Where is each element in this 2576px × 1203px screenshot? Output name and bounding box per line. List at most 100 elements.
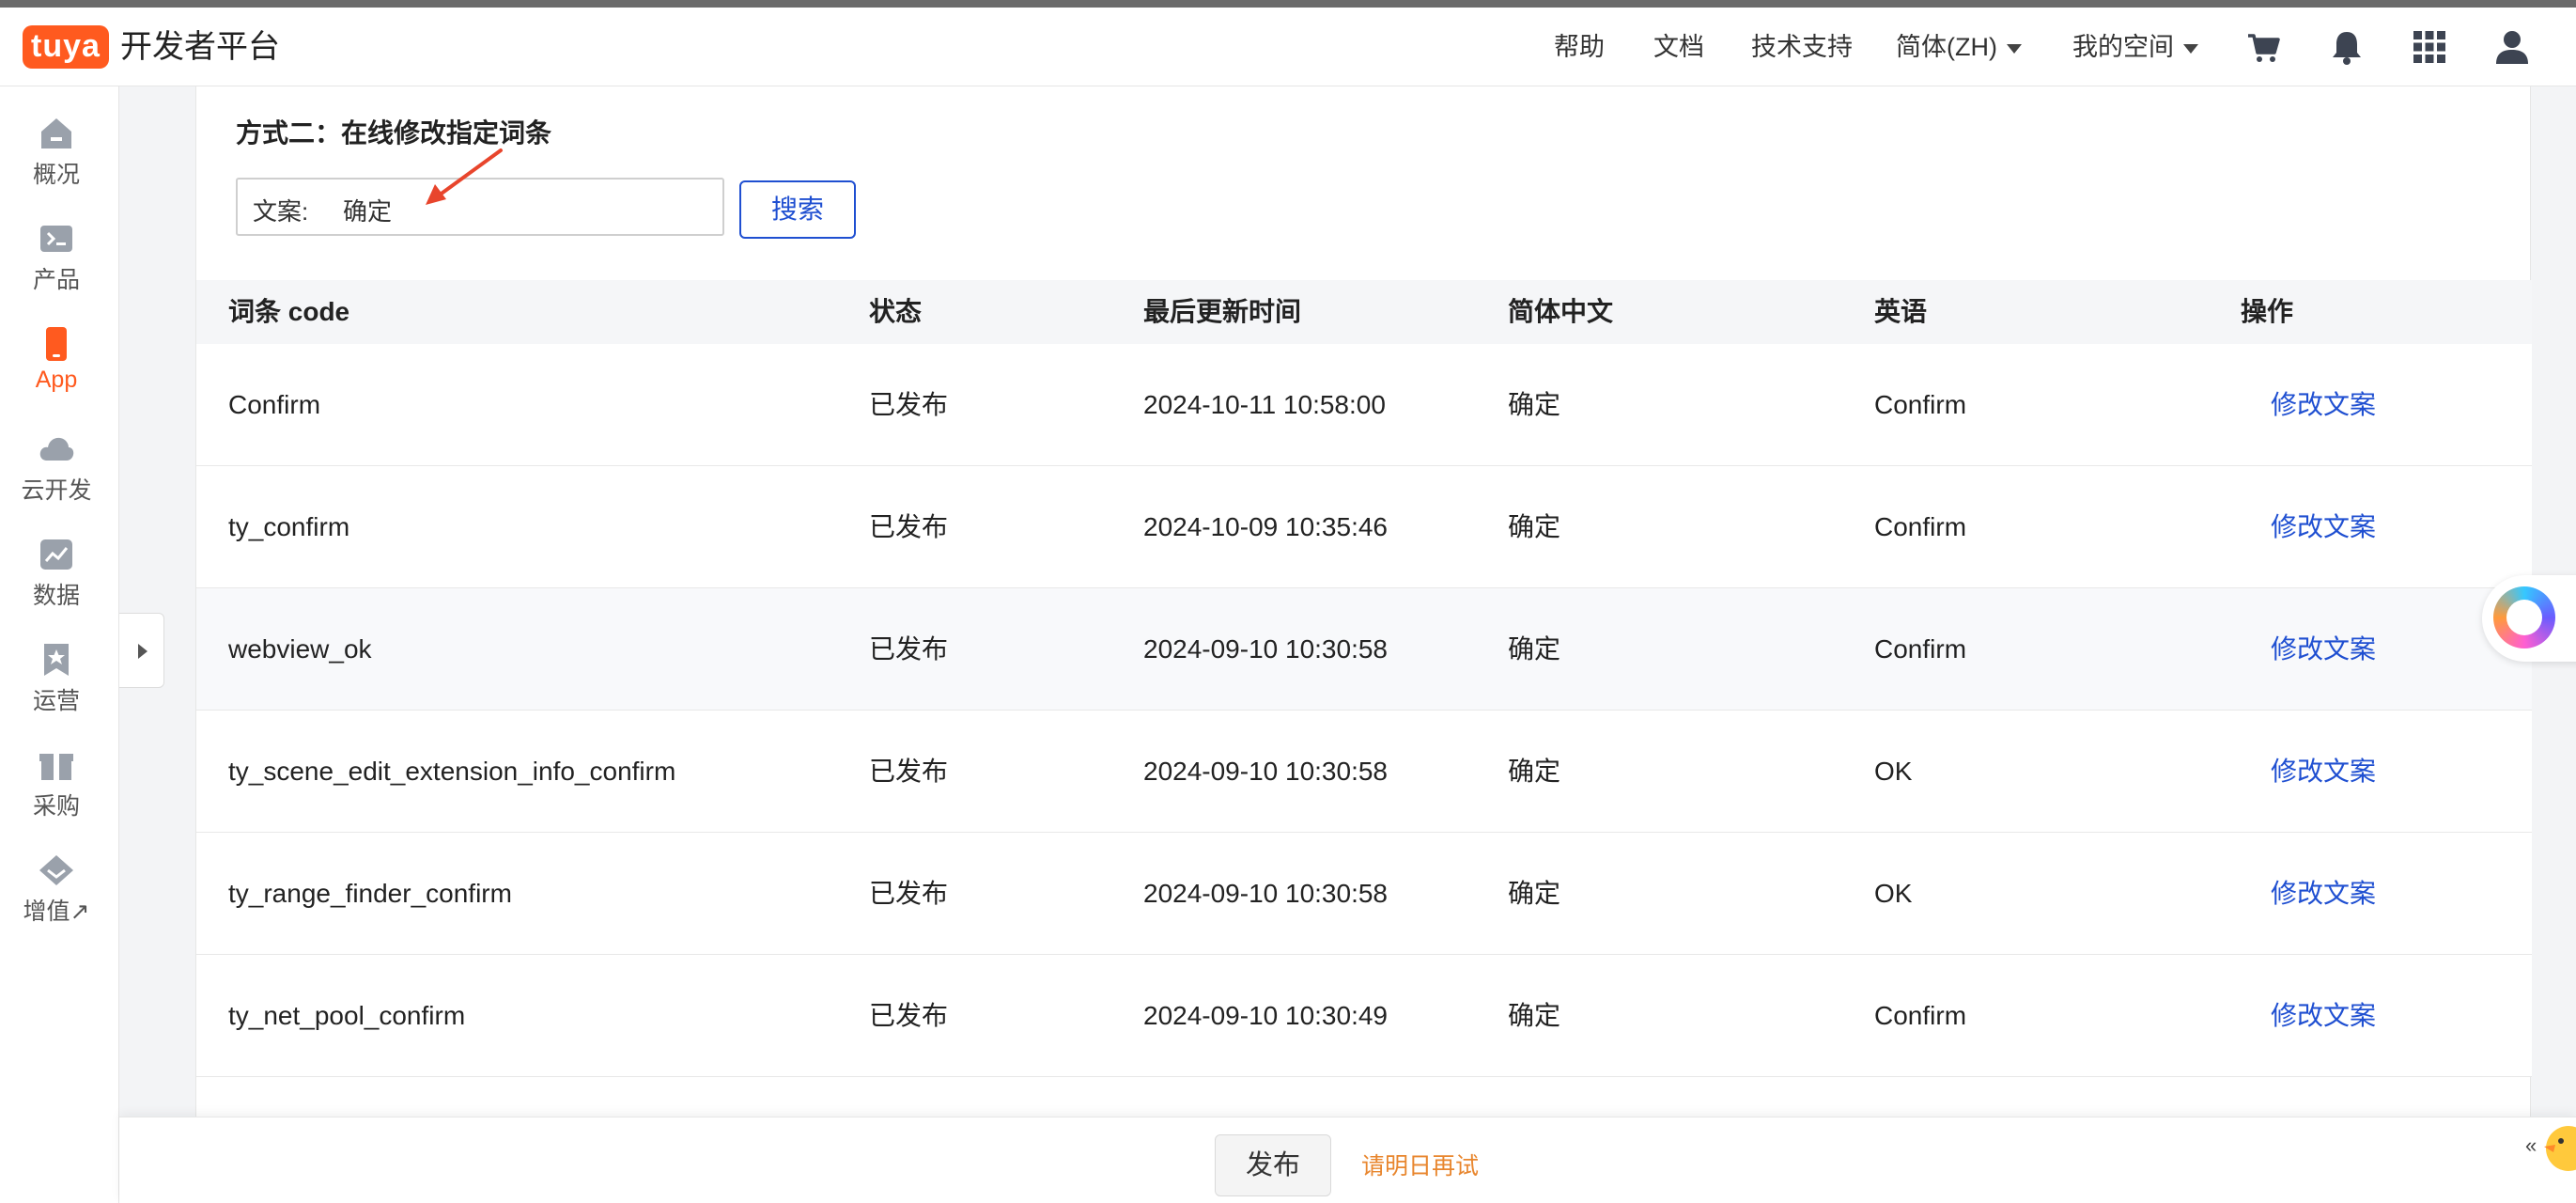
sidebar-item-label: App <box>35 367 78 393</box>
cell-status: 已发布 <box>869 390 949 419</box>
column-header-status: 状态 <box>869 297 923 326</box>
table-row: ty_net_pool_confirm 已发布 2024-09-10 10:30… <box>196 955 2532 1077</box>
double-chevron-left-icon[interactable]: « <box>2525 1133 2537 1158</box>
sidebar-item-label: 概况 <box>32 162 80 188</box>
annotation-arrow-icon <box>426 148 503 205</box>
sidebar-item-overview[interactable]: 概况 <box>0 115 113 209</box>
cell-zh: 确定 <box>1508 1001 1561 1030</box>
sidebar-item-cloud-dev[interactable]: 云开发 <box>0 430 113 524</box>
language-label: 简体(ZH) <box>1896 33 1997 61</box>
table-row: ty_range_finder_confirm 已发布 2024-09-10 1… <box>196 833 2532 955</box>
my-space-label: 我的空间 <box>2072 33 2174 61</box>
retry-tomorrow-text: 请明日再试 <box>1361 1153 1480 1180</box>
window-top-strip <box>0 0 2576 8</box>
cell-updated: 2024-09-10 10:30:58 <box>1143 879 1388 908</box>
cell-zh: 确定 <box>1508 634 1561 664</box>
cell-code: ty_range_finder_confirm <box>228 879 512 908</box>
terminal-icon <box>40 226 72 252</box>
table-row: webview_ok 已发布 2024-09-10 10:30:58 确定 Co… <box>196 588 2532 711</box>
cart-icon[interactable] <box>2245 28 2283 66</box>
cell-status: 已发布 <box>869 757 949 786</box>
sidebar-item-app[interactable]: App <box>0 325 113 419</box>
cell-code: ty_net_pool_confirm <box>228 1001 466 1030</box>
bell-icon[interactable] <box>2328 28 2366 66</box>
cell-zh: 确定 <box>1508 390 1561 419</box>
sidebar-item-label: 云开发 <box>21 477 92 504</box>
apps-grid-icon[interactable] <box>2411 28 2448 66</box>
chevron-right-icon <box>138 644 147 659</box>
cell-en: Confirm <box>1874 1001 1967 1030</box>
edit-copy-link[interactable]: 修改文案 <box>2271 955 2376 1077</box>
cell-en: Confirm <box>1874 634 1967 664</box>
cell-updated: 2024-09-10 10:30:49 <box>1143 1001 1388 1030</box>
duck-mascot-icon[interactable] <box>2537 1107 2576 1173</box>
sidebar-item-products[interactable]: 产品 <box>0 220 113 314</box>
cell-en: OK <box>1874 879 1913 908</box>
user-icon[interactable] <box>2493 28 2531 66</box>
nav-my-space[interactable]: 我的空间 <box>2072 8 2198 86</box>
column-header-code: 词条 code <box>228 297 350 326</box>
search-field-label: 文案: <box>253 197 309 226</box>
cell-zh: 确定 <box>1508 879 1561 908</box>
cell-zh: 确定 <box>1508 757 1561 786</box>
edit-copy-link[interactable]: 修改文案 <box>2271 466 2376 588</box>
cell-code: Confirm <box>228 390 321 419</box>
main-content-card: 方式二：在线修改指定词条 文案: 确定 搜索 词条 code 状态 最后更新时间… <box>195 86 2532 1118</box>
nav-help[interactable]: 帮助 <box>1554 8 1605 86</box>
cell-code: webview_ok <box>228 634 372 664</box>
edit-copy-link[interactable]: 修改文案 <box>2271 711 2376 833</box>
edit-copy-link[interactable]: 修改文案 <box>2271 588 2376 711</box>
column-header-actions: 操作 <box>2241 297 2294 326</box>
section-title: 方式二：在线修改指定词条 <box>236 118 552 148</box>
table-row: ty_scene_edit_extension_info_confirm 已发布… <box>196 711 2532 833</box>
sidebar-item-label: 产品 <box>32 267 80 293</box>
cell-zh: 确定 <box>1508 512 1561 541</box>
footer-bar: 发布 请明日再试 <box>119 1117 2576 1203</box>
cell-status: 已发布 <box>869 634 949 664</box>
cell-status: 已发布 <box>869 1001 949 1030</box>
chart-icon <box>40 539 72 570</box>
left-sidebar: 概况 产品 App 云开发 数据 运营 采购 增值↗ <box>0 86 119 1203</box>
nav-support[interactable]: 技术支持 <box>1751 8 1853 86</box>
table-header: 词条 code 状态 最后更新时间 简体中文 英语 操作 <box>196 280 2532 344</box>
column-header-en: 英语 <box>1874 297 1928 326</box>
sidebar-item-label: 采购 <box>32 793 80 820</box>
box-icon <box>39 754 73 780</box>
publish-button[interactable]: 发布 <box>1215 1134 1331 1196</box>
home-icon <box>41 118 71 148</box>
phone-icon <box>46 327 67 361</box>
search-field-value: 确定 <box>343 197 393 226</box>
cell-status: 已发布 <box>869 512 949 541</box>
table-row: Confirm 已发布 2024-10-11 10:58:00 确定 Confi… <box>196 344 2532 466</box>
cell-code: ty_scene_edit_extension_info_confirm <box>228 757 676 786</box>
sidebar-item-operations[interactable]: 运营 <box>0 641 113 735</box>
nav-language-select[interactable]: 简体(ZH) <box>1896 8 2022 86</box>
nav-docs[interactable]: 文档 <box>1653 8 1704 86</box>
chevron-down-icon <box>2183 43 2198 54</box>
diamond-icon <box>39 855 73 885</box>
page-root: tuya 开发者平台 帮助 文档 技术支持 简体(ZH) 我的空间 概况 产品 … <box>0 0 2576 1203</box>
top-header: tuya 开发者平台 帮助 文档 技术支持 简体(ZH) 我的空间 <box>0 8 2576 86</box>
sidebar-item-label: 数据 <box>32 583 80 609</box>
tuya-logo[interactable]: tuya <box>23 25 109 69</box>
cell-status: 已发布 <box>869 879 949 908</box>
cell-updated: 2024-09-10 10:30:58 <box>1143 757 1388 786</box>
ai-assistant-button[interactable] <box>2482 575 2576 662</box>
sidebar-expand-button[interactable] <box>119 613 164 688</box>
edit-copy-link[interactable]: 修改文案 <box>2271 833 2376 955</box>
cell-updated: 2024-10-09 10:35:46 <box>1143 512 1388 541</box>
sidebar-item-purchase[interactable]: 采购 <box>0 746 113 840</box>
sidebar-item-data[interactable]: 数据 <box>0 536 113 630</box>
sidebar-item-label: 运营 <box>32 688 80 714</box>
edit-copy-link[interactable]: 修改文案 <box>2271 344 2376 466</box>
search-button[interactable]: 搜索 <box>739 180 856 239</box>
platform-title: 开发者平台 <box>120 29 280 65</box>
sidebar-item-label: 增值↗ <box>23 898 90 925</box>
cell-en: OK <box>1874 757 1913 786</box>
bookmark-icon <box>44 644 69 676</box>
sidebar-item-value-added[interactable]: 增值↗ <box>0 851 113 945</box>
column-header-zh: 简体中文 <box>1508 297 1614 326</box>
cell-en: Confirm <box>1874 512 1967 541</box>
assistant-orb-center <box>2506 600 2542 635</box>
cell-updated: 2024-09-10 10:30:58 <box>1143 634 1388 664</box>
